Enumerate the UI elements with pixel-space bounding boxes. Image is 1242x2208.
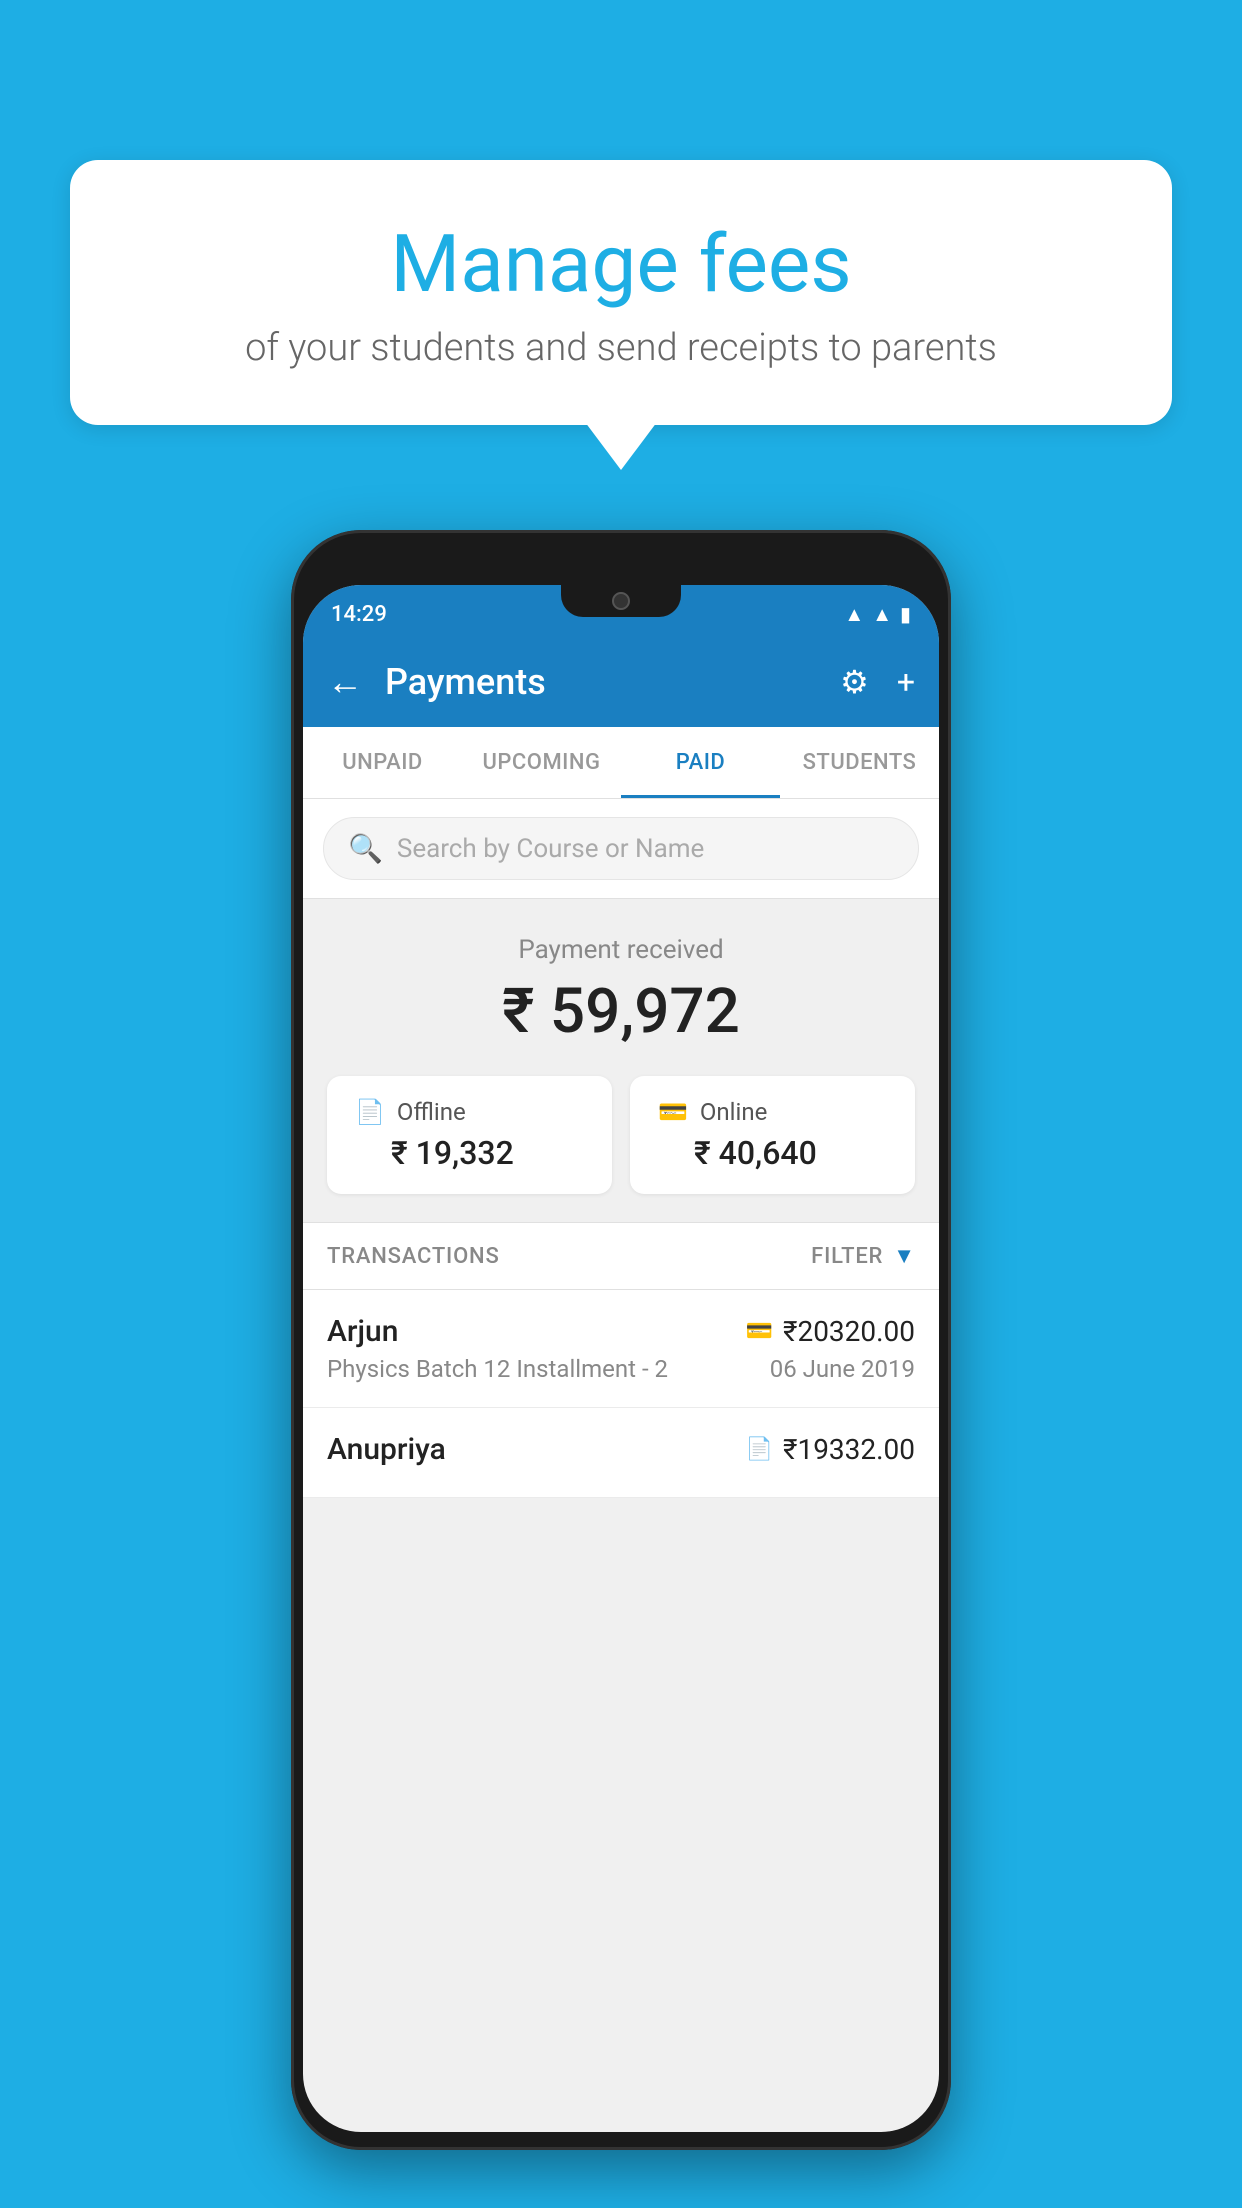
offline-amount: ₹ 19,332 (355, 1134, 514, 1172)
transaction-item-arjun[interactable]: Arjun 💳 ₹20320.00 Physics Batch 12 Insta… (303, 1290, 939, 1408)
bubble-title: Manage fees (120, 220, 1122, 308)
battery-icon: ▮ (900, 602, 911, 626)
front-camera (612, 592, 630, 610)
search-icon: 🔍 (348, 832, 383, 865)
speech-bubble: Manage fees of your students and send re… (70, 160, 1172, 425)
search-container: 🔍 Search by Course or Name (303, 799, 939, 899)
add-button[interactable]: + (897, 663, 915, 701)
online-icon: 💳 (658, 1098, 688, 1126)
back-button[interactable]: ← (327, 661, 363, 703)
transaction-amount-container: 💳 ₹20320.00 (746, 1315, 915, 1348)
settings-icon[interactable]: ⚙ (840, 663, 869, 701)
tab-unpaid[interactable]: UNPAID (303, 727, 462, 798)
tab-paid[interactable]: PAID (621, 727, 780, 798)
online-card: 💳 Online ₹ 40,640 (630, 1076, 915, 1194)
transaction-item-anupriya[interactable]: Anupriya 📄 ₹19332.00 (303, 1408, 939, 1498)
phone-frame: 14:29 ▲ ▲ ▮ ← Payments ⚙ + UNPAID UPCOMI… (291, 530, 951, 2150)
transaction-date: 06 June 2019 (770, 1355, 915, 1383)
bubble-subtitle: of your students and send receipts to pa… (120, 326, 1122, 370)
search-bar[interactable]: 🔍 Search by Course or Name (323, 817, 919, 880)
payment-cards: 📄 Offline ₹ 19,332 💳 Online ₹ 40,640 (327, 1076, 915, 1194)
payment-method-icon: 📄 (746, 1437, 773, 1462)
payment-method-icon: 💳 (746, 1319, 773, 1344)
filter-label: FILTER (811, 1244, 883, 1269)
status-icons: ▲ ▲ ▮ (844, 602, 911, 627)
online-label: Online (700, 1098, 767, 1126)
search-input[interactable]: Search by Course or Name (397, 834, 704, 864)
speech-bubble-container: Manage fees of your students and send re… (70, 160, 1172, 425)
transaction-name: Anupriya (327, 1432, 446, 1467)
phone-screen: 14:29 ▲ ▲ ▮ ← Payments ⚙ + UNPAID UPCOMI… (303, 585, 939, 2132)
app-header: ← Payments ⚙ + (303, 637, 939, 727)
transaction-amount: ₹20320.00 (783, 1315, 915, 1348)
tabs: UNPAID UPCOMING PAID STUDENTS (303, 727, 939, 799)
offline-card: 📄 Offline ₹ 19,332 (327, 1076, 612, 1194)
tab-students[interactable]: STUDENTS (780, 727, 939, 798)
online-amount: ₹ 40,640 (658, 1134, 817, 1172)
offline-icon: 📄 (355, 1098, 385, 1126)
transactions-header: TRANSACTIONS FILTER ▼ (303, 1223, 939, 1290)
transaction-amount: ₹19332.00 (783, 1433, 915, 1466)
tab-upcoming[interactable]: UPCOMING (462, 727, 621, 798)
header-title: Payments (385, 661, 812, 703)
payment-total-amount: ₹ 59,972 (327, 975, 915, 1048)
signal-icon: ▲ (872, 602, 892, 627)
wifi-icon: ▲ (844, 602, 864, 627)
transaction-amount-container: 📄 ₹19332.00 (746, 1433, 915, 1466)
payment-received-label: Payment received (327, 935, 915, 965)
payment-summary: Payment received ₹ 59,972 📄 Offline ₹ 19… (303, 899, 939, 1223)
filter-icon: ▼ (893, 1243, 915, 1269)
phone-notch (561, 585, 681, 617)
filter-button[interactable]: FILTER ▼ (811, 1243, 915, 1269)
transactions-label: TRANSACTIONS (327, 1244, 500, 1269)
status-time: 14:29 (331, 602, 387, 627)
transaction-detail: Physics Batch 12 Installment - 2 (327, 1355, 668, 1383)
offline-label: Offline (397, 1098, 466, 1126)
transaction-name: Arjun (327, 1314, 398, 1349)
